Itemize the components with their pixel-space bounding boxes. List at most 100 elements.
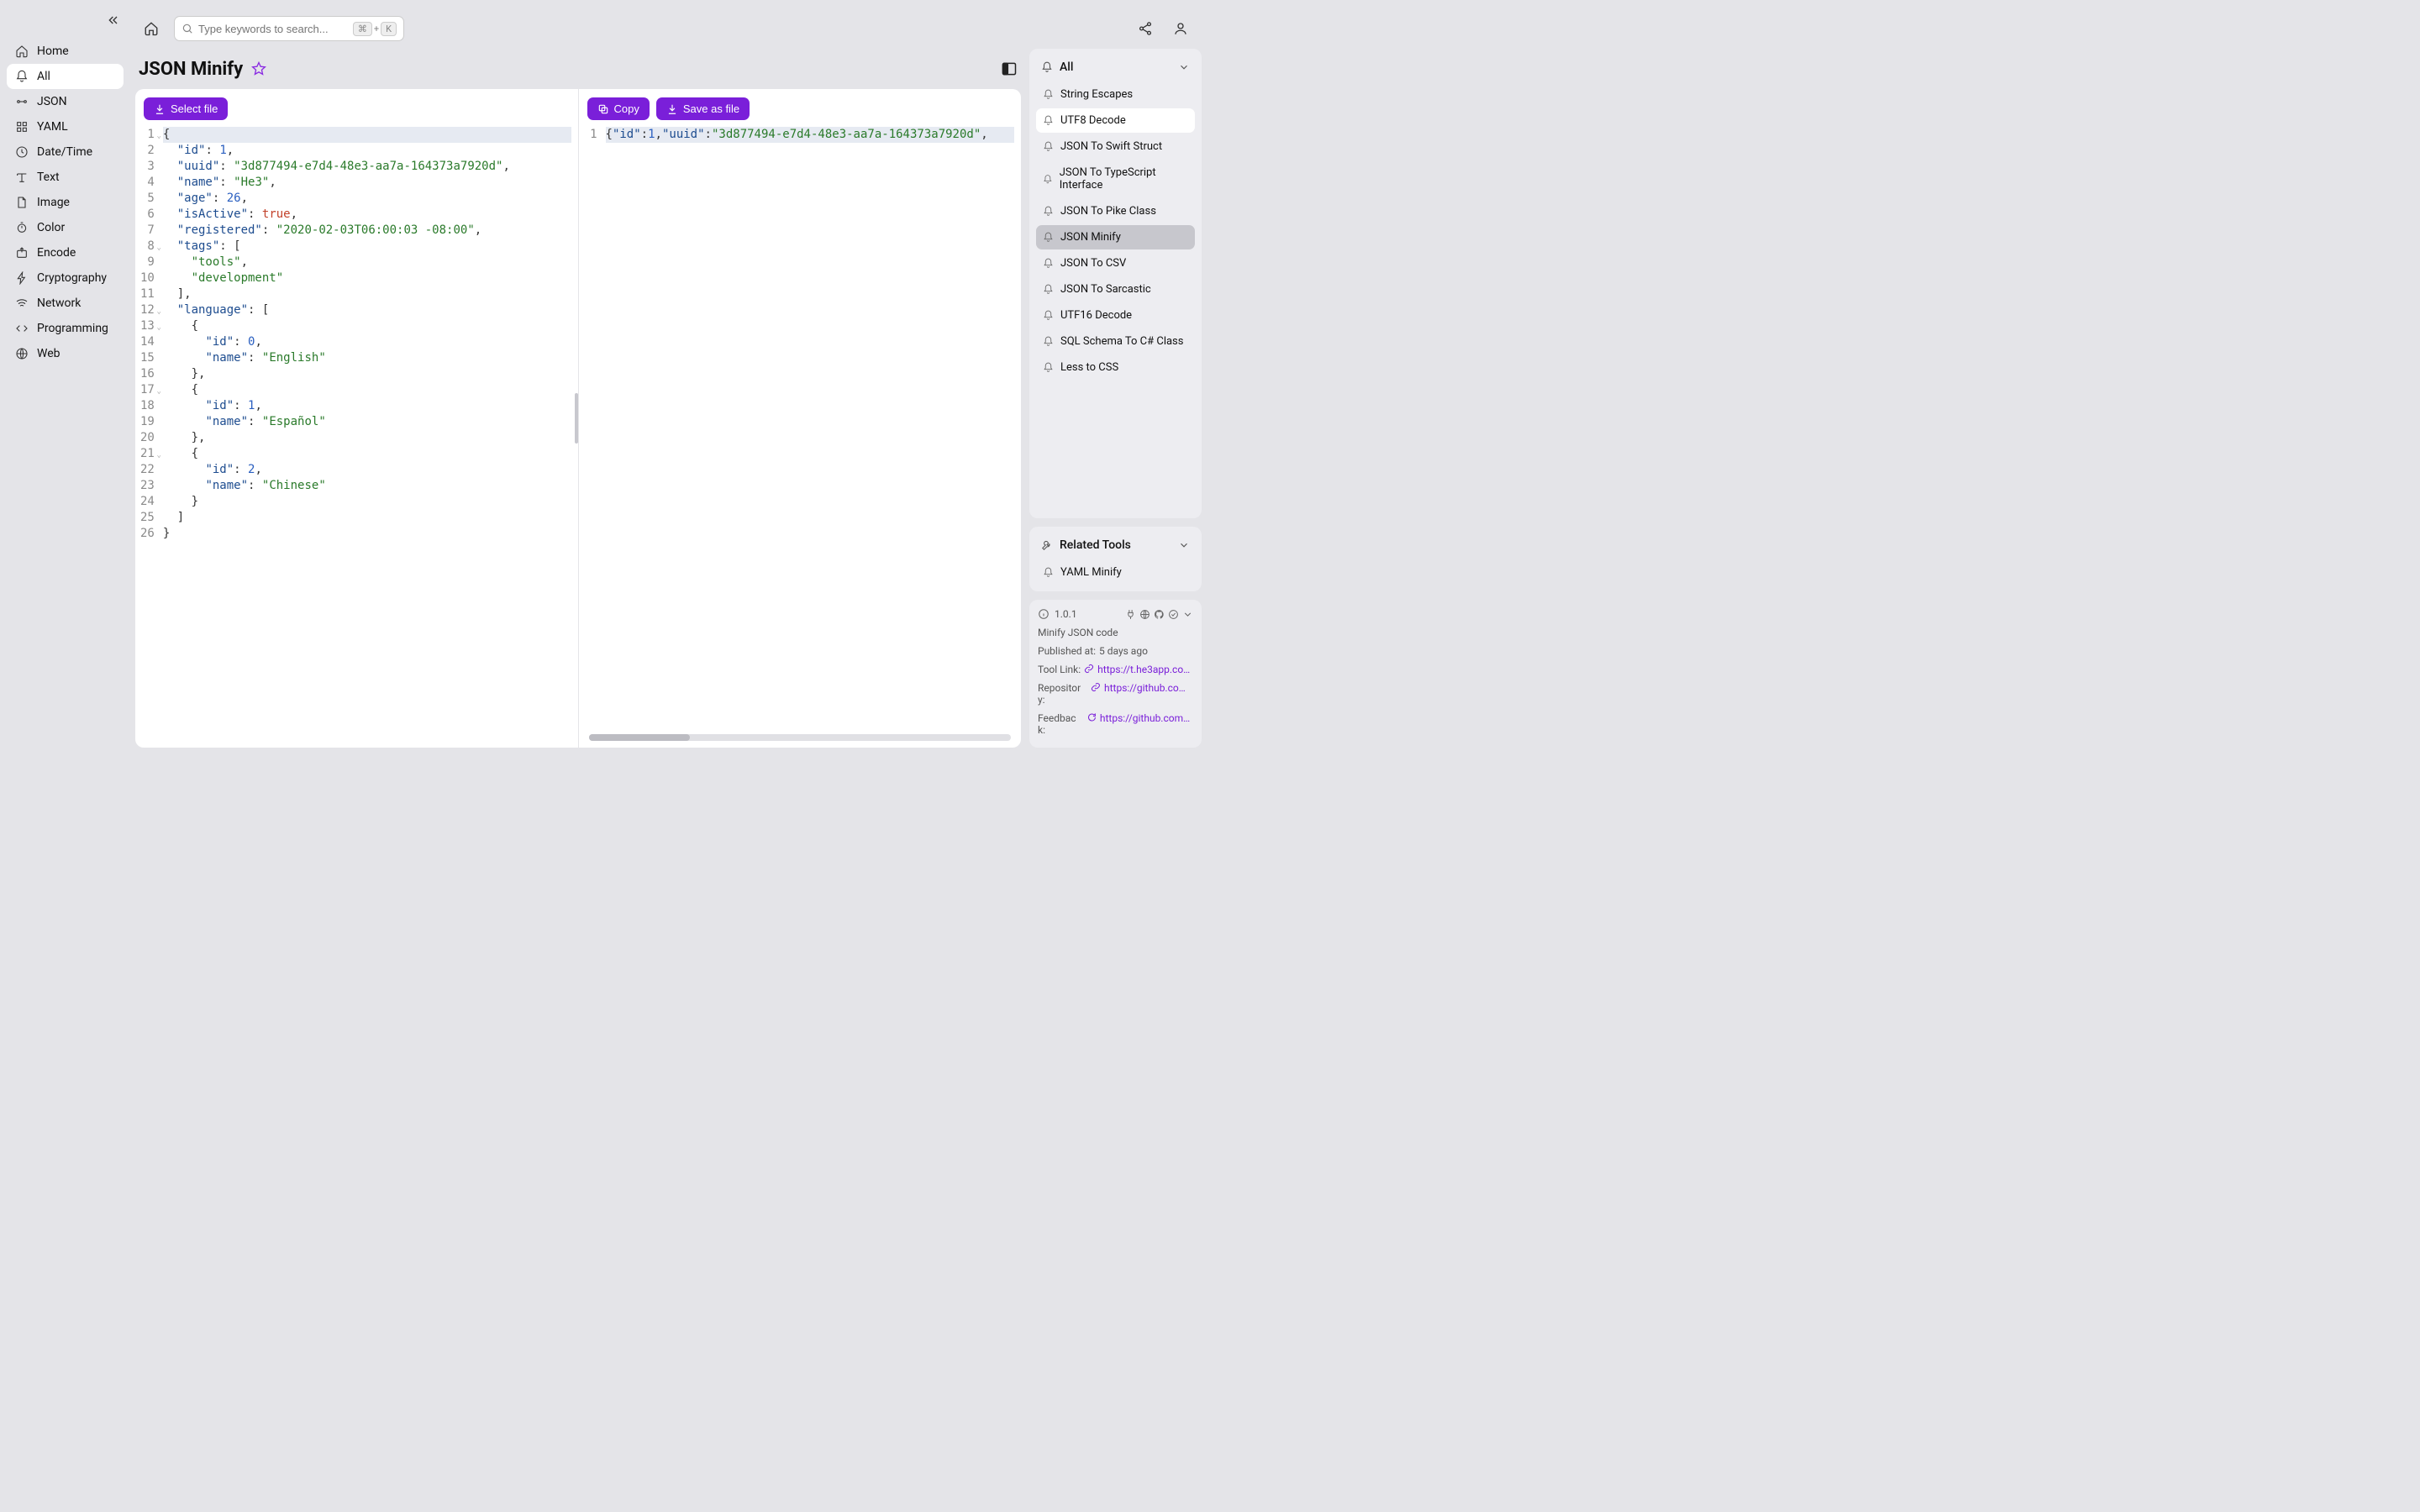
info-icon bbox=[1038, 608, 1050, 620]
title-row: JSON Minify bbox=[130, 49, 1021, 89]
home-icon bbox=[15, 45, 29, 58]
bell-icon bbox=[1043, 141, 1054, 152]
related-tools-card: Related Tools YAML Minify bbox=[1029, 527, 1202, 591]
bell-icon bbox=[1043, 89, 1054, 100]
sidebar-item-label: Network bbox=[37, 297, 81, 310]
tool-item-label: JSON Minify bbox=[1060, 231, 1121, 244]
search-input[interactable] bbox=[198, 23, 348, 35]
tool-item-json-to-pike-class[interactable]: JSON To Pike Class bbox=[1036, 199, 1195, 223]
sidebar-item-label: Encode bbox=[37, 246, 76, 260]
user-button[interactable] bbox=[1168, 16, 1193, 41]
sidebar-item-encode[interactable]: Encode bbox=[7, 240, 124, 265]
right-column: All String Escapes UTF8 Decode JSON To Swi… bbox=[1029, 49, 1202, 748]
sidebar-item-cryptography[interactable]: Cryptography bbox=[7, 265, 124, 291]
search-box[interactable]: ⌘ + K bbox=[174, 16, 404, 41]
search-shortcut: ⌘ + K bbox=[353, 22, 397, 36]
tool-item-string-escapes[interactable]: String Escapes bbox=[1036, 82, 1195, 107]
sidebar-item-all[interactable]: All bbox=[7, 64, 124, 89]
tool-item-sql-schema-to-c-class[interactable]: SQL Schema To C# Class bbox=[1036, 329, 1195, 354]
main: ⌘ + K JSON Minify bbox=[130, 0, 1210, 756]
select-file-button[interactable]: Select file bbox=[144, 97, 228, 120]
sidebar-item-text[interactable]: Text bbox=[7, 165, 124, 190]
bell-icon bbox=[1043, 232, 1054, 243]
favorite-button[interactable] bbox=[251, 61, 266, 76]
page-title: JSON Minify bbox=[139, 59, 243, 80]
tool-item-json-minify[interactable]: JSON Minify bbox=[1036, 225, 1195, 249]
sidebar-item-label: Web bbox=[37, 347, 60, 360]
bell-icon bbox=[1043, 310, 1054, 321]
tool-item-less-to-css[interactable]: Less to CSS bbox=[1036, 355, 1195, 380]
github-icon[interactable] bbox=[1154, 609, 1165, 620]
tool-item-json-to-sarcastic[interactable]: JSON To Sarcastic bbox=[1036, 277, 1195, 302]
tool-description: Minify JSON code bbox=[1038, 627, 1118, 638]
tool-item-yaml-minify[interactable]: YAML Minify bbox=[1036, 560, 1195, 585]
tool-item-label: JSON To TypeScript Interface bbox=[1060, 166, 1188, 192]
wifi-icon bbox=[15, 297, 29, 310]
copy-button[interactable]: Copy bbox=[587, 97, 650, 120]
tool-item-label: UTF8 Decode bbox=[1060, 114, 1126, 127]
link-icon bbox=[1091, 682, 1101, 692]
tool-link-label: Tool Link: bbox=[1038, 664, 1081, 675]
chevron-down-icon bbox=[1178, 539, 1190, 551]
home-button[interactable] bbox=[139, 16, 164, 41]
tool-item-label: JSON To Sarcastic bbox=[1060, 283, 1151, 296]
search-icon bbox=[182, 23, 193, 34]
grid-icon bbox=[15, 120, 29, 134]
sidebar-item-label: Image bbox=[37, 196, 70, 209]
tool-item-utf16-decode[interactable]: UTF16 Decode bbox=[1036, 303, 1195, 328]
input-editor[interactable]: 1⌄2345678⌄9101112⌄13⌄14151617⌄18192021⌄2… bbox=[135, 127, 578, 748]
sidebar-item-label: YAML bbox=[37, 120, 68, 134]
toggle-panel-button[interactable] bbox=[997, 57, 1021, 81]
api-icon bbox=[15, 95, 29, 108]
file-icon bbox=[15, 196, 29, 209]
sidebar-item-label: Home bbox=[37, 45, 69, 58]
sidebar-item-date-time[interactable]: Date/Time bbox=[7, 139, 124, 165]
globe-icon[interactable] bbox=[1139, 609, 1150, 620]
save-as-file-button[interactable]: Save as file bbox=[656, 97, 750, 120]
sidebar-item-label: Date/Time bbox=[37, 145, 92, 159]
chevron-down-icon bbox=[1178, 61, 1190, 73]
sidebar-item-label: Cryptography bbox=[37, 271, 107, 285]
sidebar-item-image[interactable]: Image bbox=[7, 190, 124, 215]
repo-link[interactable]: https://github.com… bbox=[1104, 682, 1193, 706]
sidebar-item-programming[interactable]: Programming bbox=[7, 316, 124, 341]
sidebar-item-web[interactable]: Web bbox=[7, 341, 124, 366]
clock-icon bbox=[15, 145, 29, 159]
tool-item-json-to-csv[interactable]: JSON To CSV bbox=[1036, 251, 1195, 276]
sidebar-item-label: JSON bbox=[37, 95, 67, 108]
bolt-icon bbox=[15, 271, 29, 285]
output-scrollbar[interactable] bbox=[589, 734, 1012, 741]
sidebar-item-json[interactable]: JSON bbox=[7, 89, 124, 114]
chevron-down-icon[interactable] bbox=[1182, 609, 1193, 620]
tool-item-json-to-typescript-interface[interactable]: JSON To TypeScript Interface bbox=[1036, 160, 1195, 197]
all-tools-title: All bbox=[1060, 60, 1073, 74]
all-tools-header[interactable]: All bbox=[1034, 54, 1197, 81]
share-button[interactable] bbox=[1133, 16, 1158, 41]
tool-link[interactable]: https://t.he3app.co… bbox=[1097, 664, 1190, 675]
sidebar-item-yaml[interactable]: YAML bbox=[7, 114, 124, 139]
plug-icon[interactable] bbox=[1125, 609, 1136, 620]
version-label: 1.0.1 bbox=[1055, 608, 1077, 620]
input-pane: Select file 1⌄2345678⌄9101112⌄13⌄1415161… bbox=[135, 89, 578, 748]
bell-icon bbox=[15, 70, 29, 83]
collapse-sidebar-button[interactable] bbox=[103, 10, 124, 30]
stopwatch-icon bbox=[15, 221, 29, 234]
check-icon[interactable] bbox=[1168, 609, 1179, 620]
feedback-link[interactable]: https://github.com/… bbox=[1100, 712, 1193, 736]
tool-item-json-to-swift-struct[interactable]: JSON To Swift Struct bbox=[1036, 134, 1195, 159]
tool-item-label: YAML Minify bbox=[1060, 566, 1122, 579]
tool-item-utf8-decode[interactable]: UTF8 Decode bbox=[1036, 108, 1195, 133]
bell-icon bbox=[1043, 258, 1054, 269]
tool-item-label: Less to CSS bbox=[1060, 361, 1118, 374]
tool-item-label: JSON To Swift Struct bbox=[1060, 140, 1162, 153]
related-tools-header[interactable]: Related Tools bbox=[1034, 532, 1197, 559]
output-editor[interactable]: 1 {"id":1,"uuid":"3d877494-e7d4-48e3-aa7… bbox=[579, 127, 1022, 748]
sidebar-item-network[interactable]: Network bbox=[7, 291, 124, 316]
text-icon bbox=[15, 171, 29, 184]
wrench-icon bbox=[1041, 539, 1053, 551]
sidebar-item-home[interactable]: Home bbox=[7, 39, 124, 64]
sidebar-item-color[interactable]: Color bbox=[7, 215, 124, 240]
published-value: 5 days ago bbox=[1099, 645, 1148, 657]
tool-item-label: JSON To CSV bbox=[1060, 257, 1126, 270]
export-icon bbox=[15, 246, 29, 260]
